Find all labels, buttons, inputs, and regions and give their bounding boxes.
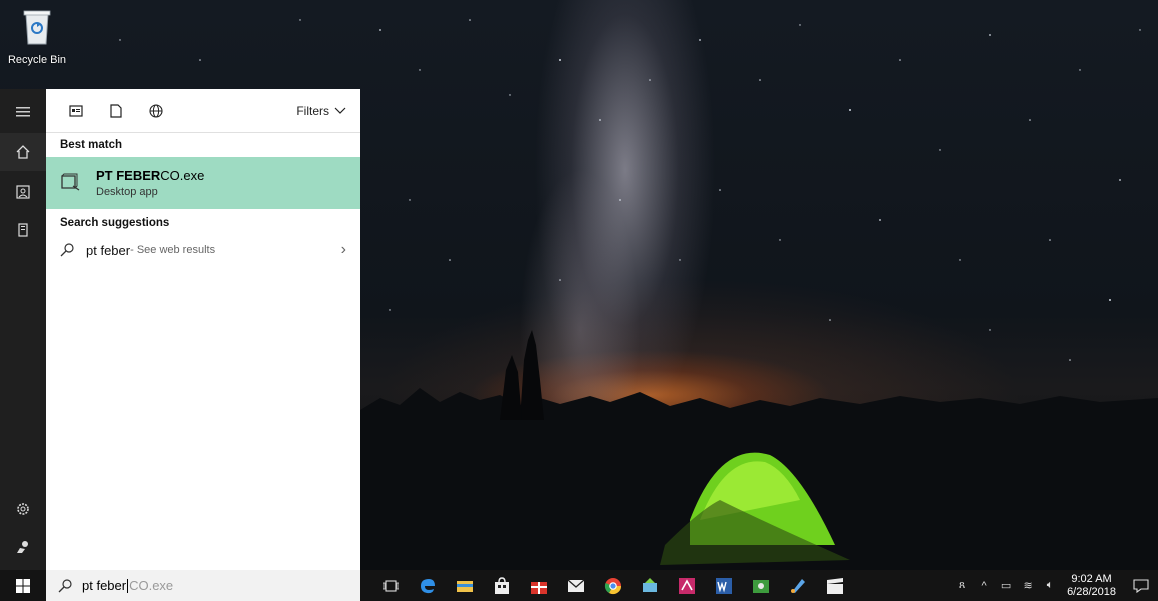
best-match-result[interactable]: PT FEBERCO.exe Desktop app [46, 157, 360, 209]
taskbar: pt feber CO.exe ጸ ^ ▭ ≋ 🔈︎ 9:02 AM 6/28/2… [0, 570, 1158, 601]
file-explorer-icon [456, 580, 473, 592]
pinned-app-button[interactable] [631, 570, 668, 601]
wifi-icon[interactable]: ≋ [1017, 579, 1039, 592]
mail-button[interactable] [557, 570, 594, 601]
volume-icon[interactable]: 🔈︎ [1039, 579, 1061, 592]
filters-label: Filters [296, 103, 329, 118]
recycle-bin-label: Recycle Bin [7, 54, 67, 66]
hamburger-icon[interactable] [0, 93, 46, 131]
apps-icon [69, 104, 83, 117]
acrobat-icon [678, 577, 695, 594]
green-app-icon [752, 579, 769, 593]
start-button[interactable] [0, 570, 46, 601]
task-view-button[interactable] [372, 570, 409, 601]
documents-icon [110, 103, 122, 118]
start-left-rail [0, 89, 46, 570]
taskbar-search-input[interactable]: pt feber CO.exe [46, 570, 360, 601]
edge-button[interactable] [409, 570, 446, 601]
tower-icon[interactable] [0, 211, 46, 249]
start-search-panel: Filters Best match PT FEBERCO.exe Deskto… [0, 89, 360, 570]
file-explorer-button[interactable] [446, 570, 483, 601]
best-match-heading: Best match [60, 139, 122, 151]
clock-date: 6/28/2018 [1067, 585, 1116, 598]
word-icon [715, 577, 732, 594]
settings-icon[interactable] [0, 490, 46, 528]
web-filter-button[interactable] [140, 97, 172, 125]
taskbar-apps [372, 570, 853, 601]
chevron-down-icon [334, 107, 346, 114]
system-tray: ጸ ^ ▭ ≋ 🔈︎ 9:02 AM 6/28/2018 [951, 570, 1158, 601]
edge-icon [420, 578, 435, 593]
gift-app-button[interactable] [520, 570, 557, 601]
apps-filter-button[interactable] [60, 97, 92, 125]
search-icon [60, 243, 74, 257]
word-button[interactable] [705, 570, 742, 601]
clock-time: 9:02 AM [1071, 572, 1112, 585]
search-suggestions-heading: Search suggestions [60, 217, 170, 229]
notification-icon [1133, 578, 1149, 593]
people-icon[interactable]: ጸ [951, 579, 973, 592]
windows-logo-icon [16, 578, 30, 593]
recycle-bin-icon [23, 10, 51, 45]
app-icon [642, 577, 657, 592]
best-match-name-bold: PT FEBER [96, 168, 161, 183]
web-icon [149, 103, 163, 118]
clapper-icon [826, 577, 843, 594]
feedback-icon[interactable] [0, 528, 46, 566]
best-match-name-rest: CO.exe [160, 168, 205, 183]
best-match-type: Desktop app [96, 186, 158, 198]
green-app-button[interactable] [742, 570, 779, 601]
gift-icon [530, 581, 547, 594]
chrome-icon [604, 577, 621, 594]
battery-icon[interactable]: ▭ [995, 579, 1017, 592]
search-toolbar: Filters [46, 89, 360, 133]
search-autocomplete-text: CO.exe [129, 578, 174, 593]
search-typed-text: pt feber [82, 578, 127, 593]
clapper-button[interactable] [816, 570, 853, 601]
chrome-button[interactable] [594, 570, 631, 601]
clock[interactable]: 9:02 AM 6/28/2018 [1067, 573, 1116, 599]
contact-card-icon[interactable] [0, 173, 46, 211]
store-button[interactable] [483, 570, 520, 601]
chevron-right-icon: › [340, 241, 346, 258]
search-results-panel: Filters Best match PT FEBERCO.exe Deskto… [46, 89, 360, 570]
home-icon[interactable] [0, 133, 46, 171]
paint-button[interactable] [779, 570, 816, 601]
desktop-app-icon [61, 173, 80, 191]
recycle-bin-shortcut[interactable]: Recycle Bin [4, 8, 70, 66]
filters-dropdown[interactable]: Filters [296, 104, 346, 118]
documents-filter-button[interactable] [100, 97, 132, 125]
chevron-up-icon[interactable]: ^ [973, 580, 995, 592]
paint-icon [790, 578, 805, 593]
search-icon [58, 578, 72, 592]
mail-icon [567, 579, 584, 592]
text-caret [127, 578, 129, 593]
web-suggestion-item[interactable]: pt feber - See web results › [46, 235, 360, 265]
store-icon [494, 576, 509, 594]
action-center-button[interactable] [1124, 578, 1158, 593]
task-view-icon [382, 579, 399, 592]
suggestion-suffix: - See web results [130, 244, 216, 256]
suggestion-query: pt feber [86, 242, 131, 258]
acrobat-button[interactable] [668, 570, 705, 601]
best-match-name: PT FEBERCO.exe [96, 168, 204, 183]
